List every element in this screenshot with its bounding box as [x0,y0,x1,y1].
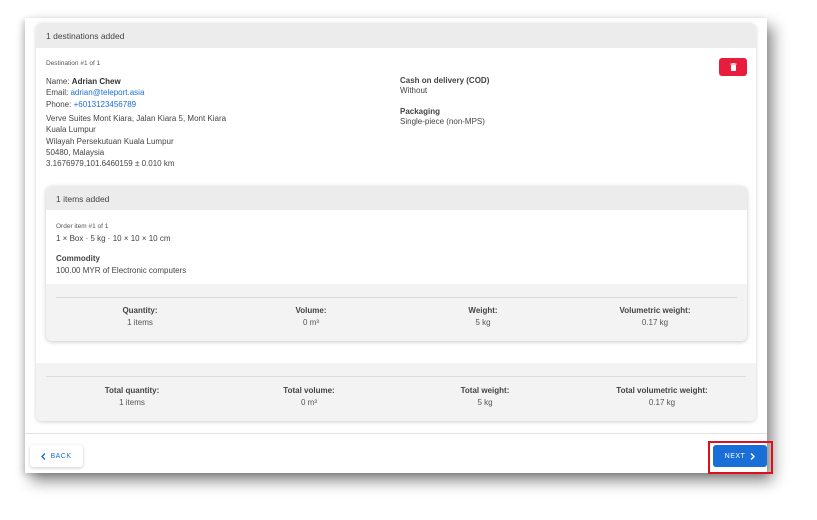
contact-email-row: Email: adrian@teleport.asia [46,87,144,98]
name-label: Name: [46,77,70,86]
contact-block: Name: Adrian Chew Email: adrian@teleport… [46,76,144,110]
totals-divider [46,376,746,377]
back-button-label: BACK [50,452,72,460]
total-value: 0 m³ [301,398,317,407]
destinations-card: 1 destinations added Destination #1 of 1… [36,23,756,421]
commodity-value: 100.00 MYR of Electronic computers [56,266,187,275]
total-value: 5 kg [477,398,493,407]
contact-name: Adrian Chew [71,77,121,86]
items-header: 1 items added [46,186,747,210]
destination-index-label: Destination #1 of 1 [46,60,101,67]
order-item-index-label: Order item #1 of 1 [56,223,109,230]
summary-volume: Volume: 0 m³ [226,306,396,327]
total-value: 1 items [119,398,145,407]
next-button-highlight-box [708,441,773,474]
address-line: Wilayah Persekutuan Kuala Lumpur [46,136,174,146]
total-weight: Total weight: 5 kg [400,386,570,407]
items-summary-divider [56,297,737,298]
wizard-footer: BACK NEXT [25,433,767,473]
address-block: Verve Suites Mont Kiara, Jalan Kiara 5, … [46,113,226,169]
summary-value: 0 m³ [303,318,319,327]
summary-label: Volume: [295,306,327,315]
address-coordinates: 3.1676979,101.6460159 ± 0.010 km [46,159,175,169]
total-label: Total weight: [460,386,510,395]
app-frame: 1 destinations added Destination #1 of 1… [25,18,767,473]
total-value: 0.17 kg [648,398,676,407]
email-label: Email: [46,88,69,98]
cod-value: Without [400,86,428,95]
phone-label: Phone: [46,99,72,109]
address-line: 50480, Malaysia [46,147,105,157]
destination-detail: Destination #1 of 1 Name: Adrian Chew Em… [36,48,756,363]
summary-value: 5 kg [475,318,491,327]
trash-icon [730,63,736,71]
order-item-detail: Order item #1 of 1 1 × Box · 5 kg · 10 ×… [46,210,747,284]
page-content: 1 destinations added Destination #1 of 1… [25,18,767,433]
total-quantity: Total quantity: 1 items [47,386,217,407]
cod-block: Cash on delivery (COD) Without [400,76,489,96]
contact-phone-link[interactable]: +6013123456789 [74,100,137,109]
packaging-label: Packaging [400,107,441,116]
summary-weight: Weight: 5 kg [398,306,568,327]
summary-volumetric-weight: Volumetric weight: 0.17 kg [570,306,740,327]
total-volumetric-weight: Total volumetric weight: 0.17 kg [577,386,747,407]
total-label: Total quantity: [104,386,160,395]
total-label: Total volume: [283,386,335,395]
contact-name-row: Name: Adrian Chew [46,76,144,87]
summary-value: 1 items [127,318,153,327]
address-line: Kuala Lumpur [46,125,96,135]
summary-value: 0.17 kg [641,318,669,327]
address-line: Verve Suites Mont Kiara, Jalan Kiara 5, … [46,114,227,123]
contact-email-link[interactable]: adrian@teleport.asia [70,88,144,97]
packaging-value: Single-piece (non-MPS) [400,117,485,126]
cod-label: Cash on delivery (COD) [400,76,490,85]
total-label: Total volumetric weight: [616,386,708,395]
delete-destination-button[interactable] [719,58,747,76]
commodity-label: Commodity [56,254,100,263]
back-button[interactable]: BACK [30,445,83,467]
order-item-description: 1 × Box · 5 kg · 10 × 10 × 10 cm [56,234,171,243]
summary-quantity: Quantity: 1 items [55,306,225,327]
summary-label: Volumetric weight: [619,306,691,315]
chevron-left-icon [41,452,46,460]
packaging-block: Packaging Single-piece (non-MPS) [400,107,485,127]
summary-label: Quantity: [122,306,158,315]
total-volume: Total volume: 0 m³ [224,386,394,407]
items-card: 1 items added Order item #1 of 1 1 × Box… [46,186,747,341]
destinations-header: 1 destinations added [36,23,756,48]
summary-label: Weight: [468,306,498,315]
contact-phone-row: Phone: +6013123456789 [46,99,144,110]
